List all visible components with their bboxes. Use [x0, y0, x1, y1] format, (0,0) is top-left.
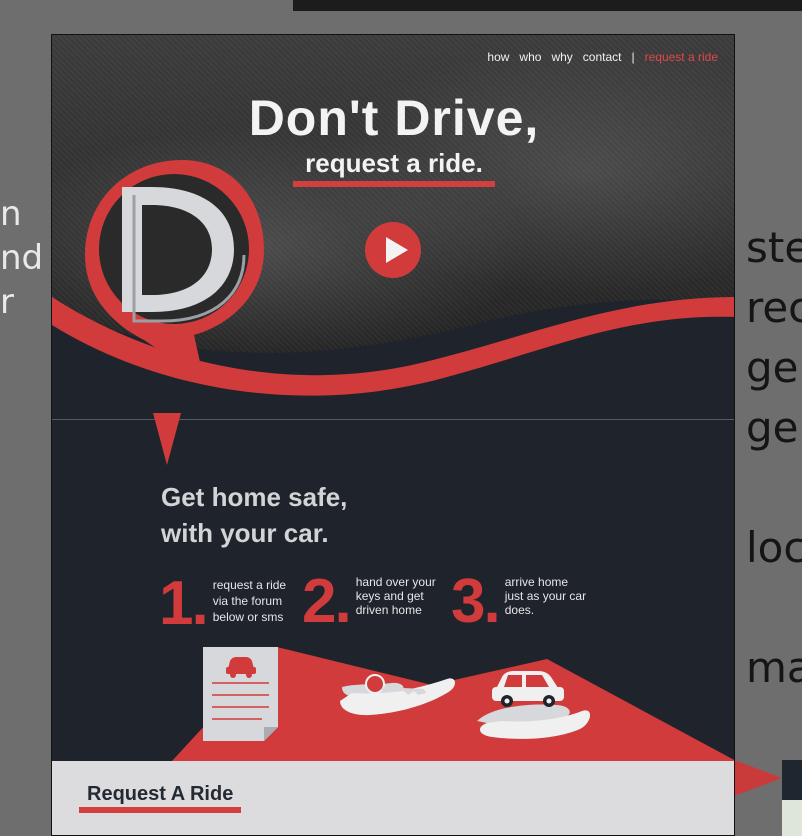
- hero-subline: request a ride.: [293, 148, 495, 187]
- nav-who[interactable]: who: [519, 50, 541, 64]
- hero-subline-wrap: request a ride.: [52, 148, 734, 187]
- request-ride-section: Request A Ride: [52, 761, 734, 835]
- section-title-line2: with your car.: [161, 518, 329, 548]
- right-map-edge: [782, 800, 802, 836]
- side-right-line: loc: [746, 523, 802, 572]
- top-nav: how who why contact | request a ride: [487, 50, 718, 64]
- step-text-line: arrive home: [504, 575, 569, 589]
- section-title-line1: Get home safe,: [161, 482, 348, 512]
- right-arrow-shape: [734, 760, 782, 796]
- nav-contact[interactable]: contact: [583, 50, 622, 64]
- hero-headline: Don't Drive,: [248, 90, 540, 146]
- step-2: 2. hand over your keys and get driven ho…: [302, 571, 456, 633]
- nav-how[interactable]: how: [487, 50, 509, 64]
- step-text-line: hand over your: [355, 575, 436, 589]
- pin-pointer-shape: [153, 413, 181, 465]
- step-text-line: keys and get: [355, 589, 424, 603]
- step-text-line: below or sms: [212, 610, 284, 624]
- side-right-line: rec: [746, 283, 802, 332]
- side-right-line: ma: [746, 643, 802, 692]
- step-text-line: request a ride: [212, 578, 287, 592]
- top-canvas-strip: [293, 0, 802, 11]
- step-3: 3. arrive home just as your car does.: [451, 571, 615, 633]
- side-right-line: ste: [746, 223, 802, 272]
- side-right-gap: [746, 460, 802, 520]
- side-right-line: ge: [746, 343, 799, 392]
- play-icon[interactable]: [365, 222, 421, 278]
- step-text-line: via the forum: [212, 594, 283, 608]
- step-text-line: just as your car: [504, 589, 587, 603]
- nav-request-ride[interactable]: request a ride: [645, 50, 718, 64]
- steps-illustration: [172, 647, 734, 761]
- side-left-line: nd: [0, 238, 44, 278]
- side-left-line: n: [0, 194, 22, 234]
- nav-separator: |: [631, 50, 635, 64]
- side-text-left: n nd r: [0, 192, 50, 324]
- step-number: 1.: [159, 569, 209, 638]
- side-left-line: r: [0, 282, 14, 322]
- step-text: request a ride via the forum below or sm…: [213, 577, 313, 635]
- step-1: 1. request a ride via the forum below or…: [159, 573, 313, 635]
- step-text: arrive home just as your car does.: [505, 575, 615, 633]
- landing-page-artboard: how who why contact | request a ride Don…: [51, 34, 735, 836]
- side-text-right: ste rec ge ge loc ma: [746, 220, 802, 700]
- step-text-line: does.: [504, 603, 535, 617]
- section-title: Get home safe, with your car.: [161, 479, 347, 551]
- step-number: 2.: [302, 567, 352, 636]
- form-icon: [203, 647, 278, 741]
- request-ride-title: Request A Ride: [79, 783, 242, 813]
- side-right-gap: [746, 580, 802, 640]
- step-number: 3.: [451, 567, 501, 636]
- step-text-line: driven home: [355, 603, 422, 617]
- side-right-line: ge: [746, 403, 799, 452]
- step-text: hand over your keys and get driven home: [356, 575, 456, 633]
- nav-why[interactable]: why: [551, 50, 572, 64]
